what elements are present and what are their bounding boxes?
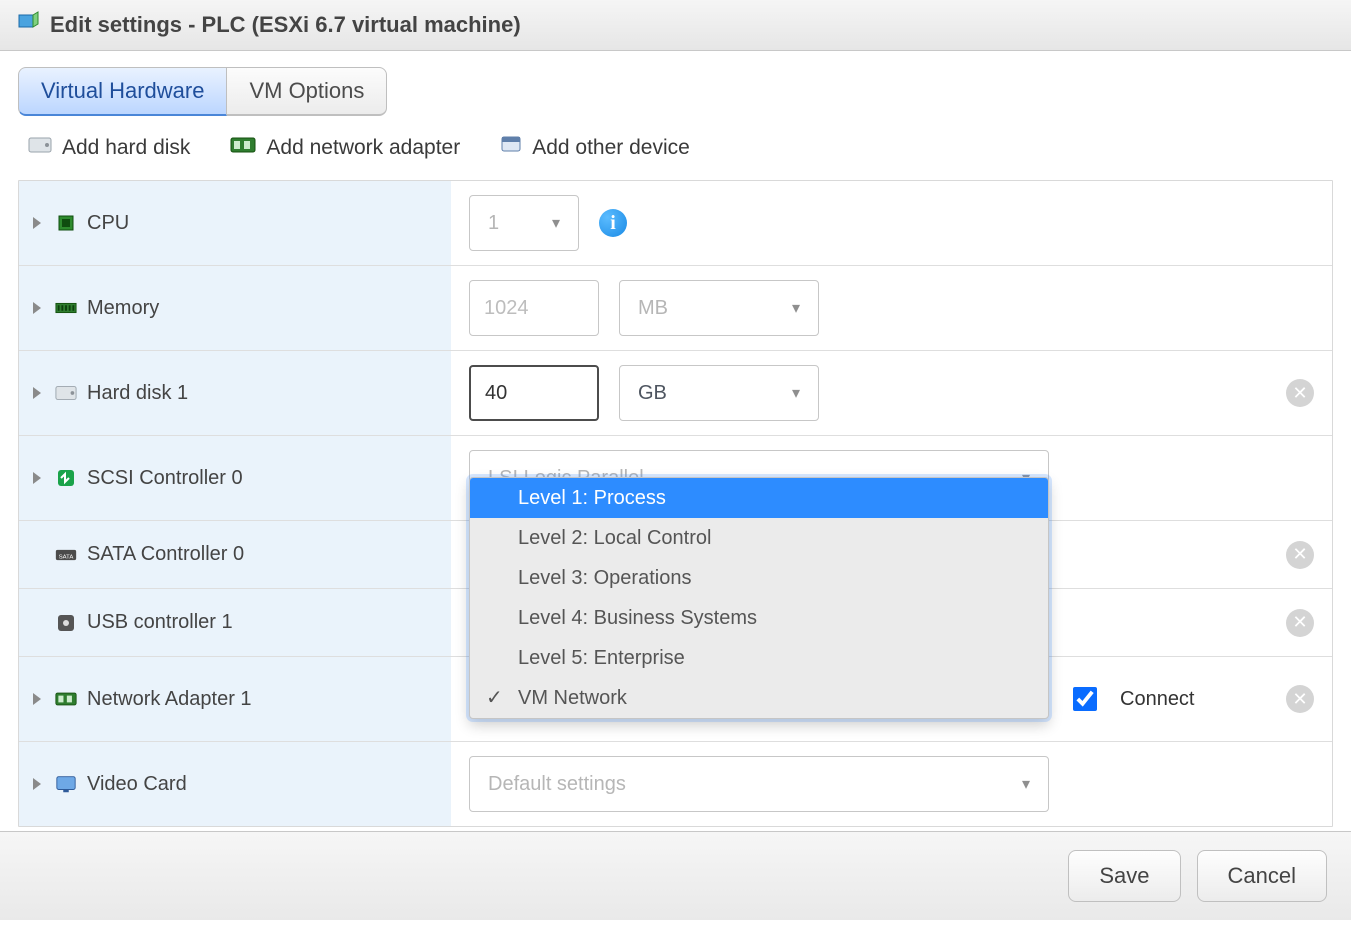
network-option[interactable]: Level 3: Operations	[470, 558, 1048, 598]
vm-icon	[16, 10, 50, 40]
network-option[interactable]: Level 5: Enterprise	[470, 638, 1048, 678]
cancel-button[interactable]: Cancel	[1197, 850, 1327, 902]
nic-icon	[230, 136, 256, 160]
row-memory-header[interactable]: Memory	[19, 266, 451, 350]
row-network-adapter-header[interactable]: Network Adapter 1	[19, 657, 451, 741]
cpu-count-select[interactable]: 1 ▾	[469, 195, 579, 251]
usb-icon	[55, 612, 77, 634]
device-icon	[500, 134, 522, 162]
network-option[interactable]: Level 1: Process	[470, 478, 1048, 518]
row-memory-label: Memory	[87, 297, 159, 320]
nic-connect-label: Connect	[1120, 688, 1195, 711]
row-scsi-label: SCSI Controller 0	[87, 467, 243, 490]
add-hard-disk-button[interactable]: Add hard disk	[28, 135, 190, 161]
add-other-device-button[interactable]: Add other device	[500, 134, 690, 162]
chevron-down-icon: ▾	[552, 213, 560, 233]
network-option[interactable]: Level 4: Business Systems	[470, 598, 1048, 638]
toolbar: Add hard disk Add network adapter Add ot…	[18, 130, 1333, 180]
remove-nic-button[interactable]: ✕	[1286, 685, 1314, 713]
tab-vm-options[interactable]: VM Options	[227, 67, 387, 116]
expand-caret-icon	[33, 217, 41, 229]
remove-sata-button[interactable]: ✕	[1286, 541, 1314, 569]
row-cpu-header[interactable]: CPU	[19, 181, 451, 265]
row-hard-disk: Hard disk 1 GB ▾ ✕	[19, 351, 1332, 436]
checkmark-icon: ✓	[486, 682, 503, 714]
tab-bar: Virtual Hardware VM Options	[18, 67, 1333, 116]
row-memory: Memory MB ▾	[19, 266, 1332, 351]
add-network-adapter-button[interactable]: Add network adapter	[230, 136, 460, 160]
network-select-dropdown[interactable]: Level 1: Process Level 2: Local Control …	[469, 477, 1049, 719]
memory-size-input[interactable]	[469, 280, 599, 336]
save-button[interactable]: Save	[1068, 850, 1180, 902]
network-option[interactable]: Level 2: Local Control	[470, 518, 1048, 558]
nic-connect-checkbox[interactable]	[1073, 687, 1097, 711]
chevron-down-icon: ▾	[792, 383, 800, 403]
video-settings-select[interactable]: Default settings ▾	[469, 756, 1049, 812]
scsi-icon	[55, 467, 77, 489]
disk-size-input[interactable]	[469, 365, 599, 421]
hard-disk-icon	[28, 135, 52, 161]
row-usb-header: USB controller 1	[19, 589, 451, 656]
chevron-down-icon: ▾	[1022, 774, 1030, 794]
row-sata-label: SATA Controller 0	[87, 543, 244, 566]
tab-virtual-hardware[interactable]: Virtual Hardware	[18, 67, 227, 116]
nic-icon	[55, 688, 77, 710]
row-hard-disk-header[interactable]: Hard disk 1	[19, 351, 451, 435]
dialog-titlebar: Edit settings - PLC (ESXi 6.7 virtual ma…	[0, 0, 1351, 51]
svg-text:SATA: SATA	[59, 554, 74, 560]
row-video-card-header[interactable]: Video Card	[19, 742, 451, 826]
sata-icon: SATA	[55, 544, 77, 566]
expand-caret-icon	[33, 693, 41, 705]
row-cpu: CPU 1 ▾ i	[19, 181, 1332, 266]
remove-usb-button[interactable]: ✕	[1286, 609, 1314, 637]
video-card-icon	[55, 773, 77, 795]
disk-unit-select[interactable]: GB ▾	[619, 365, 819, 421]
hard-disk-icon	[55, 382, 77, 404]
remove-disk-button[interactable]: ✕	[1286, 379, 1314, 407]
row-sata-header: SATA SATA Controller 0	[19, 521, 451, 588]
row-network-adapter: Network Adapter 1 Level 1: Process Level…	[19, 657, 1332, 742]
row-hard-disk-label: Hard disk 1	[87, 382, 188, 405]
cpu-icon	[55, 212, 77, 234]
add-hard-disk-label: Add hard disk	[62, 136, 190, 160]
dialog-footer: Save Cancel	[0, 831, 1351, 920]
expand-caret-icon	[33, 472, 41, 484]
row-video-card-label: Video Card	[87, 773, 187, 796]
chevron-down-icon: ▾	[792, 298, 800, 318]
dialog-title: Edit settings - PLC (ESXi 6.7 virtual ma…	[50, 12, 521, 38]
row-cpu-label: CPU	[87, 212, 129, 235]
add-other-device-label: Add other device	[532, 136, 690, 160]
info-icon[interactable]: i	[599, 209, 627, 237]
dialog-body: Virtual Hardware VM Options Add hard dis…	[0, 51, 1351, 831]
memory-unit-select[interactable]: MB ▾	[619, 280, 819, 336]
expand-caret-icon	[33, 778, 41, 790]
memory-icon	[55, 297, 77, 319]
add-network-adapter-label: Add network adapter	[266, 136, 460, 160]
row-scsi-header[interactable]: SCSI Controller 0	[19, 436, 451, 520]
hardware-table: CPU 1 ▾ i Memory	[18, 180, 1333, 827]
edit-settings-dialog: Edit settings - PLC (ESXi 6.7 virtual ma…	[0, 0, 1351, 920]
expand-caret-icon	[33, 387, 41, 399]
network-option[interactable]: ✓ VM Network	[470, 678, 1048, 718]
row-usb-label: USB controller 1	[87, 611, 233, 634]
row-network-adapter-label: Network Adapter 1	[87, 688, 252, 711]
row-video-card: Video Card Default settings ▾	[19, 742, 1332, 826]
expand-caret-icon	[33, 302, 41, 314]
